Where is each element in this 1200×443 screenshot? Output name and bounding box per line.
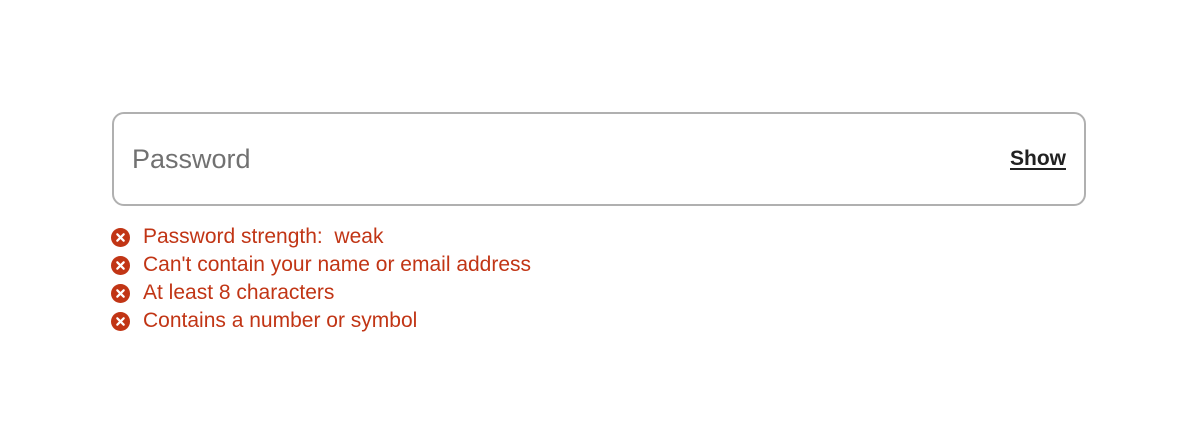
- requirement-label: Can't contain your name or email address: [143, 253, 532, 276]
- password-requirements-list: Password strength: weak Can't contain yo…: [111, 223, 531, 335]
- error-x-icon: [111, 255, 130, 275]
- requirement-label: Contains a number or symbol: [143, 309, 418, 332]
- error-x-icon: [111, 311, 130, 331]
- requirement-item-min-length: At least 8 characters: [111, 279, 531, 307]
- requirement-item-no-name-email: Can't contain your name or email address: [111, 251, 531, 279]
- requirement-label: At least 8 characters: [143, 281, 335, 304]
- password-input[interactable]: [132, 114, 992, 204]
- requirement-item-number-symbol: Contains a number or symbol: [111, 307, 531, 335]
- error-x-icon: [111, 227, 130, 247]
- password-field-container[interactable]: Show: [112, 112, 1086, 206]
- error-x-icon: [111, 283, 130, 303]
- requirement-label: Password strength: weak: [143, 225, 384, 248]
- requirement-item-strength: Password strength: weak: [111, 223, 531, 251]
- show-password-button[interactable]: Show: [1010, 147, 1066, 171]
